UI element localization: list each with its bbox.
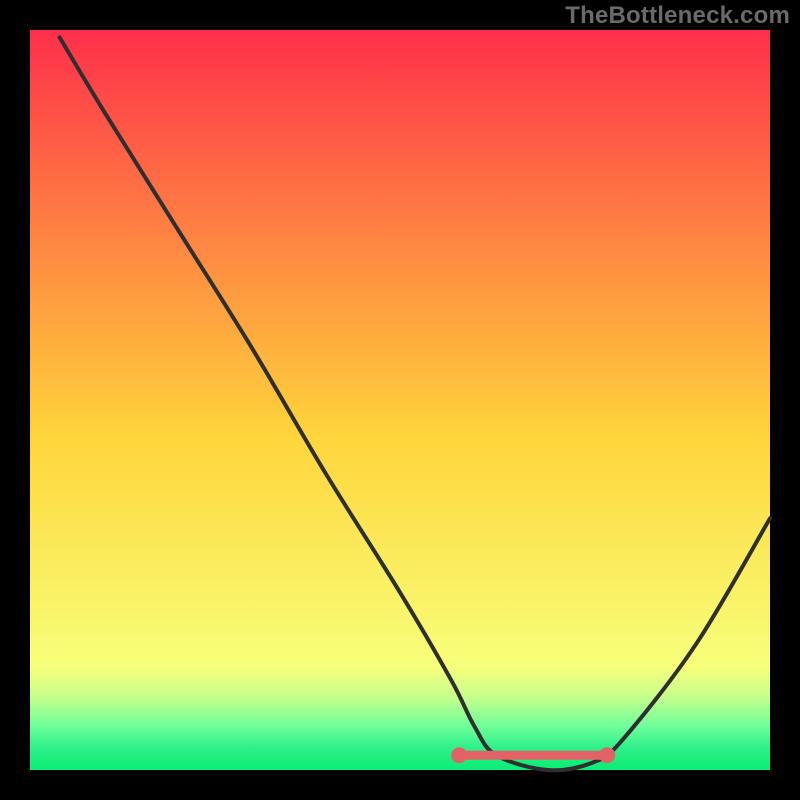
watermark-text: TheBottleneck.com — [565, 2, 790, 30]
bottleneck-chart — [0, 0, 800, 800]
optimal-range-dot-right — [599, 747, 615, 763]
optimal-range-dot-left — [451, 747, 467, 763]
plot-area — [30, 30, 770, 770]
